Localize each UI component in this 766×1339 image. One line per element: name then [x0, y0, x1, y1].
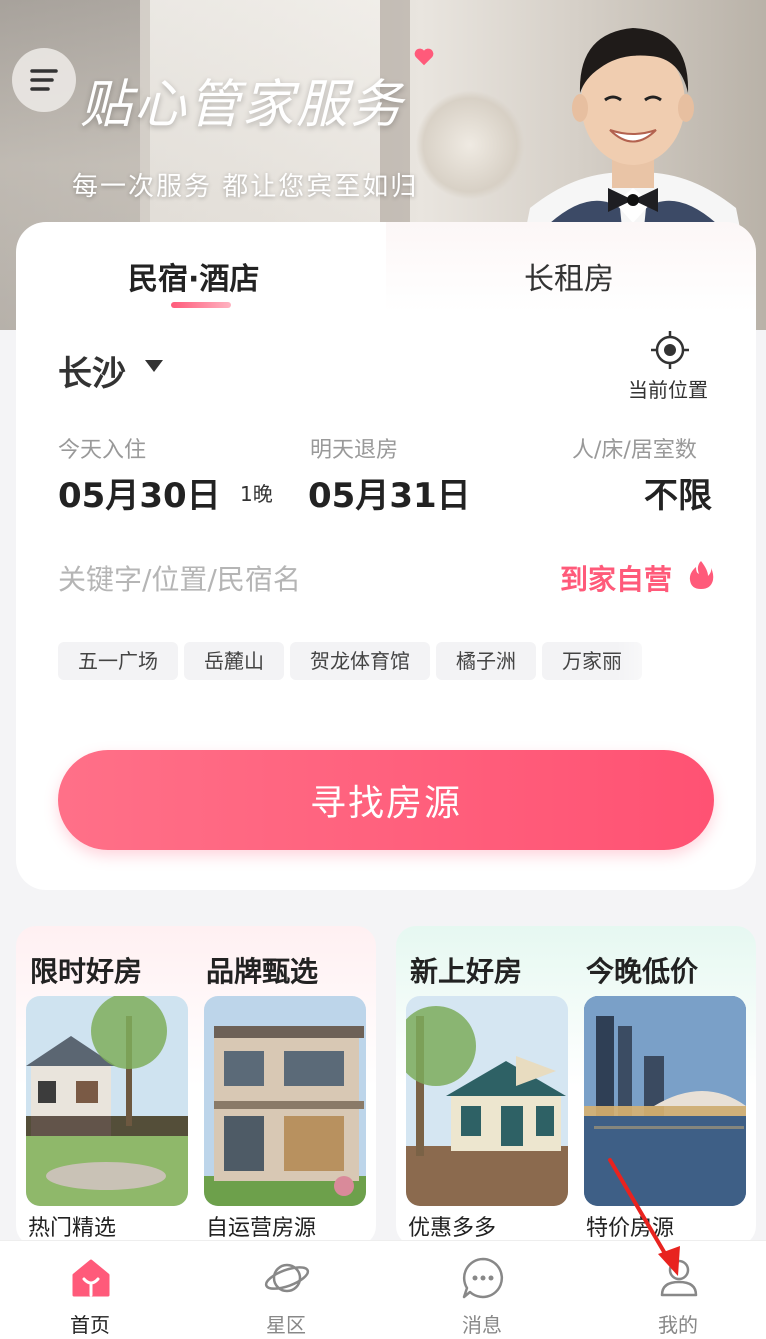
search-card: 民宿·酒店 长租房 长沙 当前位置 今天入住 05月30日 1晚 明天退房 05…: [16, 222, 756, 890]
tags-fade: [616, 642, 676, 682]
nav-messages[interactable]: 消息: [412, 1241, 552, 1339]
caret-down-icon[interactable]: [144, 358, 164, 374]
tab-homestay-hotel[interactable]: 民宿·酒店: [128, 254, 259, 298]
hot-tag[interactable]: 五一广场: [58, 642, 178, 680]
hot-tag[interactable]: 橘子洲: [436, 642, 536, 680]
nav-profile[interactable]: 我的: [608, 1241, 748, 1339]
promo-subtitle-limited: 热门精选: [28, 1216, 117, 1241]
nights-count: 1晚: [240, 482, 273, 506]
nav-star-zone-label: 星区: [266, 1313, 306, 1337]
planet-icon: [264, 1263, 310, 1293]
promo-title-new[interactable]: 新上好房: [410, 950, 522, 990]
checkin-date[interactable]: 05月30日: [58, 468, 221, 517]
promo-title-limited[interactable]: 限时好房: [30, 950, 142, 990]
banner-subtitle: 每一次服务 都让您宾至如归: [72, 172, 419, 202]
house-garden-image: [26, 996, 188, 1206]
promo-title-brand[interactable]: 品牌甄选: [206, 950, 318, 990]
guests-value[interactable]: 不限: [644, 468, 712, 517]
active-tab-indicator: [171, 302, 231, 308]
promo-image-brand[interactable]: [204, 996, 366, 1206]
city-selector[interactable]: 长沙: [58, 346, 126, 395]
current-location-label[interactable]: 当前位置: [628, 374, 708, 403]
nav-home-label: 首页: [70, 1313, 110, 1337]
nav-home[interactable]: 首页: [20, 1241, 160, 1339]
keyword-search-input[interactable]: 关键字/位置/民宿名: [58, 558, 301, 598]
hot-tags-list: 五一广场 岳麓山 贺龙体育馆 橘子洲 万家丽: [58, 642, 670, 682]
bottom-navigation: 首页 星区 消息 我的: [0, 1240, 766, 1339]
checkout-label: 明天退房: [310, 438, 399, 463]
hot-tag[interactable]: 贺龙体育馆: [290, 642, 430, 680]
promo-image-new[interactable]: [406, 996, 568, 1206]
nav-profile-label: 我的: [658, 1313, 698, 1337]
banner-slogan: 贴心管家服务: [80, 75, 405, 135]
hot-tag[interactable]: 岳麓山: [184, 642, 284, 680]
promo-image-limited[interactable]: [26, 996, 188, 1206]
message-icon: [462, 1257, 504, 1299]
promo-subtitle-tonight: 特价房源: [586, 1216, 675, 1241]
villa-image: [204, 996, 366, 1206]
flame-icon: [689, 561, 714, 589]
promo-image-tonight[interactable]: [584, 996, 746, 1206]
hamburger-menu-icon: [30, 69, 58, 91]
checkout-date[interactable]: 05月31日: [308, 468, 471, 517]
heart-icon: [414, 48, 434, 66]
cottage-image: [406, 996, 568, 1206]
guests-label: 人/床/居室数: [572, 438, 697, 463]
city-skyline-image: [584, 996, 746, 1206]
promo-card-left: 限时好房 热门精选 品牌甄选 自运营房源: [16, 926, 376, 1246]
search-button[interactable]: 寻找房源: [58, 750, 714, 850]
tab-long-rent[interactable]: 长租房: [524, 254, 614, 298]
checkin-label: 今天入住: [58, 438, 147, 463]
promo-subtitle-brand: 自运营房源: [206, 1216, 317, 1241]
user-icon: [660, 1259, 698, 1297]
home-icon: [72, 1259, 110, 1297]
menu-button[interactable]: [12, 48, 76, 112]
self-operated-link[interactable]: 到家自营: [560, 558, 672, 598]
promo-card-right: 新上好房 优惠多多 今晚低价 特价房源: [396, 926, 756, 1246]
nav-messages-label: 消息: [462, 1313, 502, 1337]
nav-star-zone[interactable]: 星区: [216, 1241, 356, 1339]
locate-icon[interactable]: [650, 330, 690, 370]
promo-subtitle-new: 优惠多多: [408, 1216, 497, 1241]
promo-title-tonight[interactable]: 今晚低价: [586, 950, 698, 990]
